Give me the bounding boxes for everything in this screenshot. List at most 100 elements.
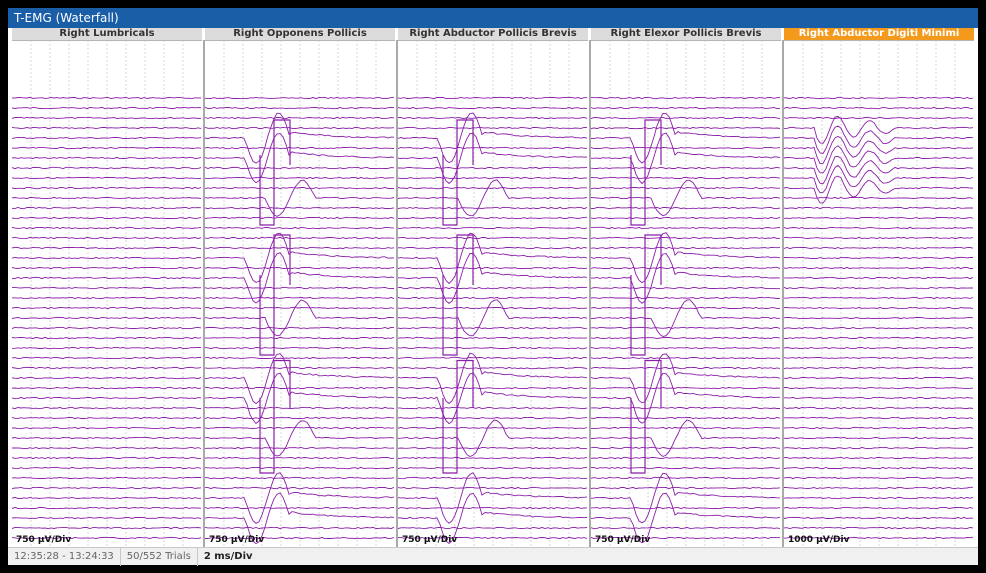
emg-trace bbox=[783, 386, 974, 390]
emg-trace bbox=[783, 96, 974, 100]
emg-trace bbox=[205, 476, 395, 480]
emg-trace bbox=[783, 106, 974, 110]
emg-trace bbox=[204, 236, 395, 240]
emg-trace bbox=[398, 166, 588, 170]
emg-trace bbox=[11, 296, 202, 300]
panel-scale-label: 750 µV/Div bbox=[16, 535, 72, 545]
emg-trace bbox=[11, 466, 202, 470]
emg-trace bbox=[783, 456, 974, 460]
emg-trace bbox=[783, 526, 974, 530]
emg-trace bbox=[590, 506, 781, 510]
emg-trace bbox=[204, 112, 395, 164]
emg-trace bbox=[397, 116, 588, 120]
emg-trace bbox=[590, 132, 781, 185]
emg-trace bbox=[783, 436, 974, 440]
emg-trace bbox=[11, 396, 202, 400]
emg-trace bbox=[590, 296, 781, 300]
emg-trace bbox=[783, 476, 974, 480]
panel-trace-group bbox=[783, 96, 974, 540]
emg-trace bbox=[11, 486, 202, 490]
emg-trace bbox=[397, 112, 588, 164]
emg-trace bbox=[204, 299, 395, 337]
emg-trace bbox=[397, 336, 588, 340]
emg-trace bbox=[783, 216, 974, 220]
emg-trace bbox=[783, 356, 974, 360]
emg-trace bbox=[204, 252, 395, 304]
emg-trace bbox=[590, 386, 781, 390]
emg-trace bbox=[204, 406, 395, 410]
emg-trace bbox=[397, 266, 588, 270]
panel-trace-group bbox=[397, 96, 588, 544]
emg-trace bbox=[11, 106, 202, 110]
emg-trace bbox=[783, 486, 973, 490]
emg-trace bbox=[397, 426, 588, 430]
emg-trace bbox=[397, 356, 588, 360]
emg-trace bbox=[204, 126, 395, 130]
emg-trace bbox=[204, 232, 395, 283]
emg-trace bbox=[204, 420, 395, 457]
emg-trace bbox=[204, 526, 395, 530]
panel-trace-group bbox=[11, 96, 202, 540]
emg-trace bbox=[590, 526, 781, 530]
emg-trace bbox=[590, 166, 781, 170]
emg-trace bbox=[783, 116, 974, 120]
emg-trace bbox=[783, 256, 973, 260]
panel-scale-label: 1000 µV/Div bbox=[788, 535, 850, 545]
emg-trace bbox=[11, 506, 202, 510]
emg-trace bbox=[204, 133, 395, 184]
emg-trace bbox=[11, 306, 202, 310]
emg-trace bbox=[204, 246, 395, 250]
emg-trace bbox=[397, 296, 588, 300]
emg-trace bbox=[590, 232, 781, 284]
waterfall-window: T-EMG (Waterfall) Right Lumbricals Right… bbox=[8, 8, 978, 566]
emg-trace bbox=[590, 426, 780, 430]
emg-trace bbox=[11, 116, 202, 120]
emg-trace bbox=[590, 346, 781, 350]
emg-trace bbox=[590, 416, 781, 420]
emg-trace bbox=[11, 196, 202, 200]
emg-trace bbox=[590, 472, 781, 524]
emg-trace bbox=[590, 336, 781, 340]
emg-trace bbox=[204, 356, 395, 360]
emg-trace bbox=[590, 246, 781, 250]
emg-trace bbox=[397, 236, 587, 240]
emg-trace bbox=[783, 306, 974, 310]
emg-trace bbox=[590, 186, 780, 190]
emg-trace bbox=[397, 226, 588, 230]
emg-trace bbox=[11, 416, 202, 420]
emg-trace bbox=[397, 486, 588, 490]
emg-trace bbox=[397, 372, 588, 425]
emg-trace bbox=[11, 336, 202, 340]
time-range: 12:35:28 - 13:24:33 bbox=[8, 548, 121, 566]
emg-trace bbox=[397, 232, 588, 285]
emg-trace bbox=[397, 106, 588, 110]
emg-trace bbox=[590, 179, 781, 217]
emg-trace bbox=[11, 316, 202, 320]
emg-trace bbox=[590, 456, 781, 460]
emg-trace bbox=[783, 175, 974, 204]
emg-trace bbox=[11, 376, 202, 380]
emg-trace bbox=[204, 216, 395, 220]
emg-trace bbox=[590, 106, 781, 110]
emg-trace bbox=[397, 416, 588, 420]
emg-trace bbox=[11, 496, 201, 500]
emg-trace bbox=[398, 252, 588, 304]
emg-trace bbox=[590, 406, 780, 410]
emg-trace bbox=[397, 346, 588, 350]
emg-trace bbox=[397, 133, 588, 184]
emg-trace bbox=[784, 416, 974, 420]
emg-trace bbox=[397, 146, 587, 150]
emg-trace bbox=[204, 296, 395, 300]
emg-trace bbox=[783, 496, 974, 500]
emg-trace bbox=[204, 472, 395, 524]
emg-trace bbox=[783, 296, 974, 300]
emg-trace bbox=[783, 196, 974, 200]
emg-trace bbox=[204, 466, 395, 470]
emg-trace bbox=[204, 306, 395, 310]
emg-trace bbox=[590, 266, 781, 270]
emg-trace bbox=[397, 386, 588, 390]
emg-trace bbox=[11, 266, 202, 270]
emg-trace bbox=[12, 286, 202, 290]
emg-trace bbox=[204, 96, 395, 100]
emg-trace bbox=[590, 356, 781, 360]
